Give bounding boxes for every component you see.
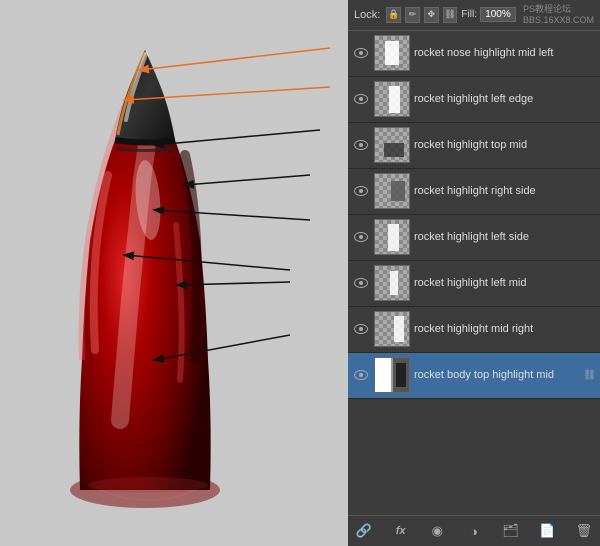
- rocket-illustration: [0, 0, 350, 546]
- eye-icon: [354, 324, 368, 334]
- layer-item[interactable]: rocket body top highlight mid ⛓: [348, 353, 600, 399]
- eye-icon: [354, 278, 368, 288]
- layer-thumbnail: [374, 219, 410, 255]
- adjustment-icon[interactable]: ◑: [464, 521, 484, 541]
- move-icon[interactable]: ✥: [424, 7, 439, 23]
- layers-panel: Lock: 🔒 ✏ ✥ ⛓ Fill: 100% PS教程论坛 BBS.16XX…: [348, 0, 600, 546]
- lock-icon[interactable]: 🔒: [386, 7, 401, 23]
- layer-item[interactable]: rocket highlight left edge: [348, 77, 600, 123]
- layers-toolbar: Lock: 🔒 ✏ ✥ ⛓ Fill: 100% PS教程论坛 BBS.16XX…: [348, 0, 600, 31]
- fill-value[interactable]: 100%: [480, 7, 516, 22]
- layer-name: rocket nose highlight mid left: [414, 47, 596, 60]
- lock-label: Lock:: [354, 9, 380, 21]
- layer-thumbnail: [374, 35, 410, 71]
- eye-icon: [354, 370, 368, 380]
- layer-visibility-toggle[interactable]: [352, 228, 370, 246]
- layer-name: rocket highlight left edge: [414, 93, 596, 106]
- layer-visibility-toggle[interactable]: [352, 274, 370, 292]
- layer-name: rocket highlight left side: [414, 231, 596, 244]
- layer-visibility-toggle[interactable]: [352, 136, 370, 154]
- layer-item[interactable]: rocket highlight right side: [348, 169, 600, 215]
- fill-label: Fill:: [461, 9, 477, 20]
- layer-thumbnail: [374, 81, 410, 117]
- layer-item[interactable]: rocket nose highlight mid left: [348, 31, 600, 77]
- layer-item[interactable]: rocket highlight left side: [348, 215, 600, 261]
- layer-thumbnail: [374, 265, 410, 301]
- layer-name: rocket highlight right side: [414, 185, 596, 198]
- eye-icon: [354, 140, 368, 150]
- layer-thumbnail: [374, 311, 410, 347]
- rocket-canvas: [0, 0, 350, 546]
- fx-icon[interactable]: fx: [391, 521, 411, 541]
- layer-item[interactable]: rocket highlight left mid: [348, 261, 600, 307]
- eye-icon: [354, 186, 368, 196]
- link-icon[interactable]: 🔗: [354, 521, 374, 541]
- layer-name: rocket highlight left mid: [414, 277, 596, 290]
- eye-icon: [354, 94, 368, 104]
- delete-layer-icon[interactable]: 🗑: [574, 521, 594, 541]
- layer-visibility-toggle[interactable]: [352, 366, 370, 384]
- layer-chain-icon: ⛓: [583, 370, 596, 381]
- mask-icon[interactable]: ◉: [427, 521, 447, 541]
- layer-item[interactable]: rocket highlight top mid: [348, 123, 600, 169]
- eye-icon: [354, 232, 368, 242]
- eye-icon: [354, 48, 368, 58]
- folder-icon[interactable]: 🗂: [501, 521, 521, 541]
- chain-icon[interactable]: ⛓: [443, 7, 458, 23]
- layer-name: rocket highlight mid right: [414, 323, 596, 336]
- layer-thumbnail: [374, 127, 410, 163]
- layer-thumbnail: [374, 173, 410, 209]
- layer-name: rocket highlight top mid: [414, 139, 596, 152]
- layer-visibility-toggle[interactable]: [352, 44, 370, 62]
- layer-visibility-toggle[interactable]: [352, 182, 370, 200]
- layer-name: rocket body top highlight mid: [414, 369, 583, 382]
- watermark: PS教程论坛 BBS.16XX8.COM: [523, 4, 594, 26]
- layers-list: rocket nose highlight mid left rocket hi…: [348, 31, 600, 515]
- brush-icon[interactable]: ✏: [405, 7, 420, 23]
- layers-bottom-toolbar: 🔗 fx ◉ ◑ 🗂 📄 🗑: [348, 515, 600, 546]
- new-layer-icon[interactable]: 📄: [537, 521, 557, 541]
- layer-visibility-toggle[interactable]: [352, 90, 370, 108]
- layer-item[interactable]: rocket highlight mid right: [348, 307, 600, 353]
- layer-thumbnail: [374, 357, 410, 393]
- layer-visibility-toggle[interactable]: [352, 320, 370, 338]
